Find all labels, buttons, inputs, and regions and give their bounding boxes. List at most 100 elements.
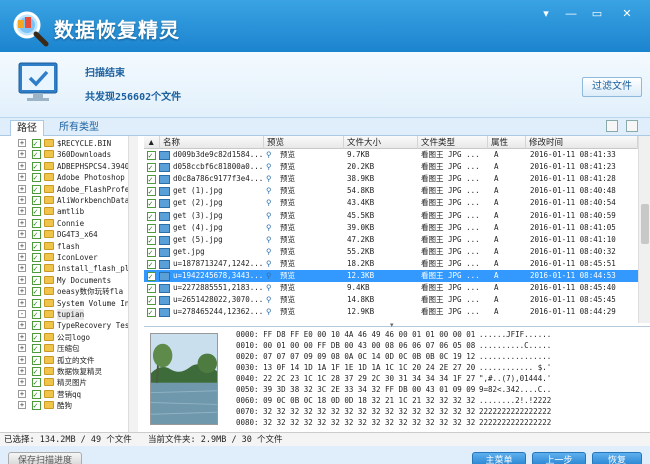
preview-link[interactable]: 预览	[280, 161, 340, 173]
tree-item-checkbox[interactable]	[32, 309, 41, 320]
expand-toggle-icon[interactable]: +	[18, 218, 26, 227]
tree-item-checkbox[interactable]	[32, 366, 41, 377]
tree-item[interactable]: + amtlib	[0, 206, 137, 217]
expand-toggle-icon[interactable]: +	[18, 275, 26, 284]
file-list-scrollbar[interactable]	[638, 136, 650, 323]
expand-toggle-icon[interactable]: -	[18, 310, 26, 318]
expand-toggle-icon[interactable]: +	[18, 401, 26, 410]
magnifier-icon[interactable]: ⚲	[266, 270, 278, 282]
tree-item-checkbox[interactable]	[32, 241, 41, 252]
file-checkbox[interactable]	[147, 174, 156, 186]
preview-link[interactable]: 预览	[280, 185, 340, 197]
file-row[interactable]: get (2).jpg ⚲预览 43.4KB 看图王 JPG ... A 2016-01-…	[144, 197, 638, 210]
preview-link[interactable]: 预览	[280, 210, 340, 222]
file-checkbox[interactable]	[147, 247, 156, 259]
tree-item-checkbox[interactable]	[32, 343, 41, 354]
expand-toggle-icon[interactable]: +	[18, 378, 26, 387]
file-checkbox[interactable]	[147, 235, 156, 247]
preview-link[interactable]: 预览	[280, 306, 340, 318]
preview-link[interactable]: 预览	[280, 197, 340, 209]
magnifier-icon[interactable]: ⚲	[266, 161, 278, 173]
magnifier-icon[interactable]: ⚲	[266, 258, 278, 270]
close-icon[interactable]: ✕	[616, 6, 638, 22]
filter-files-button[interactable]: 过滤文件	[582, 77, 642, 97]
tree-item-checkbox[interactable]	[32, 138, 41, 149]
tree-scrollbar[interactable]	[128, 136, 138, 432]
expand-toggle-icon[interactable]: +	[18, 230, 26, 239]
expand-toggle-icon[interactable]: +	[18, 287, 26, 296]
magnifier-icon[interactable]: ⚲	[266, 234, 278, 246]
expand-toggle-icon[interactable]: +	[18, 264, 26, 273]
tree-item[interactable]: + 精灵图片	[0, 377, 137, 388]
magnifier-icon[interactable]: ⚲	[266, 282, 278, 294]
tree-item[interactable]: + oeasy数你玩转fla	[0, 286, 137, 297]
column-attributes[interactable]: 属性	[488, 136, 526, 149]
tree-item[interactable]: + 数据恢复精灵	[0, 366, 137, 377]
file-checkbox[interactable]	[147, 223, 156, 235]
expand-toggle-icon[interactable]: +	[18, 321, 26, 330]
preview-link[interactable]: 预览	[280, 234, 340, 246]
preview-link[interactable]: 预览	[280, 294, 340, 306]
magnifier-icon[interactable]: ⚲	[266, 173, 278, 185]
expand-toggle-icon[interactable]: +	[18, 298, 26, 307]
tree-item-checkbox[interactable]	[32, 320, 41, 331]
column-size[interactable]: 文件大小	[344, 136, 418, 149]
expand-toggle-icon[interactable]: +	[18, 367, 26, 375]
tree-item-checkbox[interactable]	[32, 377, 41, 388]
file-row[interactable]: u=1942245678,3443...⚲预览 12.3KB 看图王 JPG ...…	[144, 270, 638, 283]
expand-toggle-icon[interactable]: +	[18, 150, 26, 159]
expand-toggle-icon[interactable]: +	[18, 389, 26, 398]
tree-item[interactable]: + 公司logo	[0, 332, 137, 343]
file-row[interactable]: get (4).jpg ⚲预览 39.0KB 看图王 JPG ... A 2016-01-…	[144, 222, 638, 235]
tree-item[interactable]: + Connie	[0, 218, 137, 229]
grid-view-icon[interactable]	[606, 120, 618, 132]
magnifier-icon[interactable]: ⚲	[266, 149, 278, 161]
tree-item[interactable]: + Adobe_FlashProfes	[0, 184, 137, 195]
preview-link[interactable]: 预览	[280, 246, 340, 258]
expand-toggle-icon[interactable]: +	[18, 196, 26, 204]
file-row[interactable]: d0c8a786c9177f3e4...⚲预览 38.9KB 看图王 JPG ...…	[144, 173, 638, 186]
column-preview[interactable]: 预览	[264, 136, 344, 149]
file-row[interactable]: u=2651428022,3070...⚲预览 14.8KB 看图王 JPG ...…	[144, 294, 638, 307]
preview-link[interactable]: 预览	[280, 173, 340, 185]
tree-item-checkbox[interactable]	[32, 252, 41, 263]
column-modified[interactable]: 修改时间	[526, 136, 638, 149]
tree-item[interactable]: + $RECYCLE.BIN	[0, 138, 137, 149]
tree-item[interactable]: + install_flash_pla	[0, 263, 137, 274]
menu-dropdown-icon[interactable]: ▾	[535, 6, 557, 22]
column-name[interactable]: 名称	[160, 136, 264, 149]
tree-item-checkbox[interactable]	[32, 332, 41, 343]
expand-toggle-icon[interactable]: +	[18, 184, 26, 193]
preview-link[interactable]: 预览	[280, 258, 340, 270]
magnifier-icon[interactable]: ⚲	[266, 246, 278, 258]
tree-item[interactable]: + My Documents	[0, 275, 137, 286]
tree-item[interactable]: + 酷狗	[0, 400, 137, 411]
expand-toggle-icon[interactable]: +	[18, 139, 26, 147]
file-row[interactable]: get (3).jpg ⚲预览 45.5KB 看图王 JPG ... A 2016-01-…	[144, 210, 638, 223]
recover-button[interactable]: 恢复	[592, 452, 642, 464]
tree-item-checkbox[interactable]	[32, 184, 41, 195]
list-view-icon[interactable]	[626, 120, 638, 132]
sort-up-icon[interactable]: ▲	[144, 136, 160, 149]
magnifier-icon[interactable]: ⚲	[266, 222, 278, 234]
file-row[interactable]: u=2272885551,2183...⚲预览 9.4KB 看图王 JPG ... A…	[144, 282, 638, 295]
expand-toggle-icon[interactable]: +	[18, 173, 26, 182]
previous-step-button[interactable]: 上一步	[532, 452, 586, 464]
file-checkbox[interactable]	[147, 162, 156, 174]
tree-item-checkbox[interactable]	[32, 400, 41, 411]
tree-item-checkbox[interactable]	[32, 275, 41, 286]
preview-link[interactable]: 预览	[280, 222, 340, 234]
tree-item[interactable]: + TypeRecovery Test	[0, 320, 137, 331]
tab-all-types[interactable]: 所有类型	[53, 120, 105, 136]
tree-item[interactable]: + IconLover	[0, 252, 137, 263]
tree-item-checkbox[interactable]	[32, 389, 41, 400]
expand-toggle-icon[interactable]: +	[18, 253, 26, 261]
file-row[interactable]: get (5).jpg ⚲预览 47.2KB 看图王 JPG ... A 2016-01-…	[144, 234, 638, 247]
file-checkbox[interactable]	[147, 186, 156, 198]
expand-toggle-icon[interactable]: +	[18, 344, 26, 353]
restore-icon[interactable]: ▭	[586, 6, 608, 22]
expand-toggle-icon[interactable]: +	[18, 355, 26, 364]
save-scan-progress-button[interactable]: 保存扫描进度	[8, 452, 82, 464]
expand-toggle-icon[interactable]: +	[18, 241, 26, 250]
magnifier-icon[interactable]: ⚲	[266, 294, 278, 306]
